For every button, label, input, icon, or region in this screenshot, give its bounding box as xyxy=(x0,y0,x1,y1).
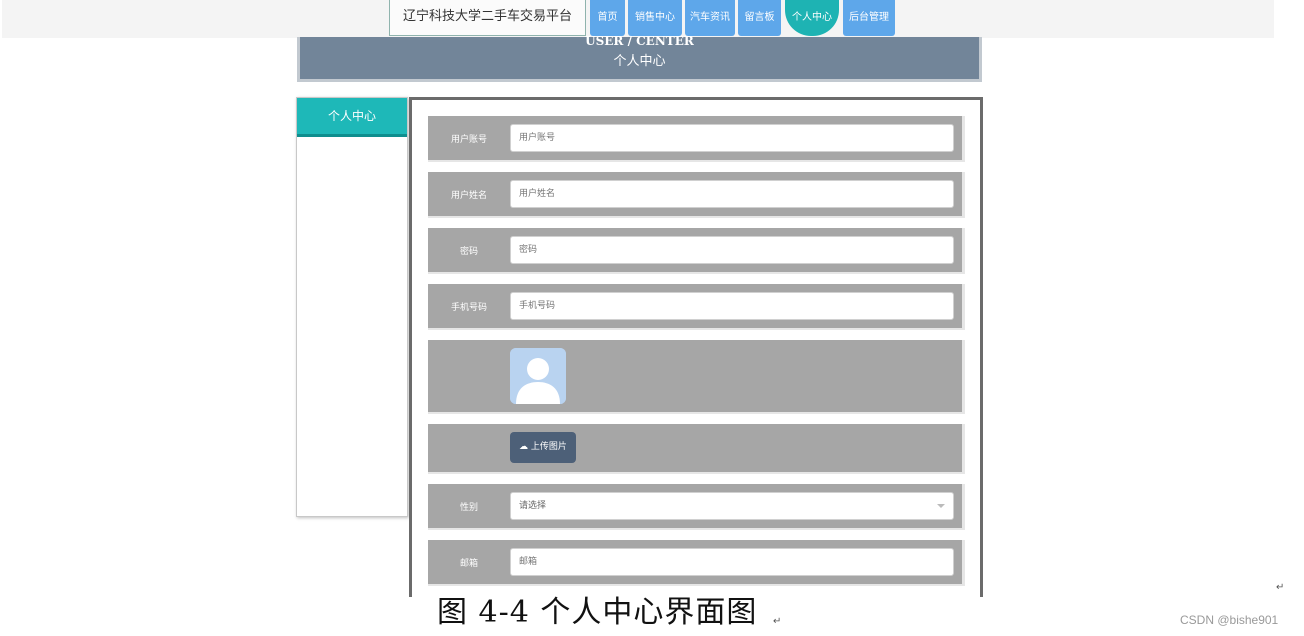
gender-label: 性别 xyxy=(459,502,478,513)
form-row-name: 用户姓名 xyxy=(428,172,965,218)
form-row-account: 用户账号 xyxy=(428,116,965,162)
gender-select[interactable]: 请选择 xyxy=(510,492,954,520)
profile-form-panel: 用户账号 用户姓名 密码 手机号码 ☁ xyxy=(409,97,983,597)
nav-personal-center[interactable]: 个人中心 xyxy=(785,0,839,36)
page-banner: USER / CENTER 个人中心 xyxy=(297,34,982,82)
form-row-gender: 性别 请选择 xyxy=(428,484,965,530)
sidebar: 个人中心 xyxy=(296,97,408,517)
cloud-upload-icon: ☁ xyxy=(519,442,529,452)
name-input[interactable] xyxy=(510,180,954,208)
sidebar-item-personal-center[interactable]: 个人中心 xyxy=(297,98,407,137)
form-row-phone: 手机号码 xyxy=(428,284,965,330)
form-row-password: 密码 xyxy=(428,228,965,274)
password-label: 密码 xyxy=(459,246,478,257)
nav-car-news[interactable]: 汽车资讯 xyxy=(685,0,735,36)
return-mark-icon: ↵ xyxy=(773,616,782,627)
upload-image-button[interactable]: ☁ 上传图片 xyxy=(510,432,576,463)
top-navigation-bar: 辽宁科技大学二手车交易平台 首页 销售中心 汽车资讯 留言板 个人中心 后台管理 xyxy=(2,0,1274,38)
account-input[interactable] xyxy=(510,124,954,152)
page: 辽宁科技大学二手车交易平台 首页 销售中心 汽车资讯 留言板 个人中心 后台管理… xyxy=(0,0,1304,636)
banner-english-title: USER / CENTER xyxy=(585,34,694,48)
site-title[interactable]: 辽宁科技大学二手车交易平台 xyxy=(389,0,586,36)
return-mark-icon: ↵ xyxy=(1276,582,1285,593)
nav-sales-center[interactable]: 销售中心 xyxy=(628,0,682,36)
figure-caption: 图 4-4 个人中心界面图 xyxy=(437,595,758,630)
upload-button-label: 上传图片 xyxy=(530,442,567,452)
phone-input[interactable] xyxy=(510,292,954,320)
email-input[interactable] xyxy=(510,548,954,576)
account-label: 用户账号 xyxy=(450,134,487,145)
chevron-down-icon xyxy=(937,504,945,508)
name-label: 用户姓名 xyxy=(450,190,487,201)
password-input[interactable] xyxy=(510,236,954,264)
nav-admin[interactable]: 后台管理 xyxy=(843,0,895,36)
gender-select-value: 请选择 xyxy=(519,501,547,511)
form-row-upload: ☁ 上传图片 xyxy=(428,424,965,474)
watermark: CSDN @bishe901 xyxy=(1180,613,1279,627)
banner-title: 个人中心 xyxy=(613,54,666,69)
nav-message-board[interactable]: 留言板 xyxy=(738,0,781,36)
avatar[interactable] xyxy=(510,348,566,404)
phone-label: 手机号码 xyxy=(450,302,487,313)
form-row-email: 邮箱 xyxy=(428,540,965,586)
email-label: 邮箱 xyxy=(459,558,478,569)
form-row-avatar xyxy=(428,340,965,414)
nav-home[interactable]: 首页 xyxy=(590,0,625,36)
user-avatar-icon xyxy=(510,348,566,404)
